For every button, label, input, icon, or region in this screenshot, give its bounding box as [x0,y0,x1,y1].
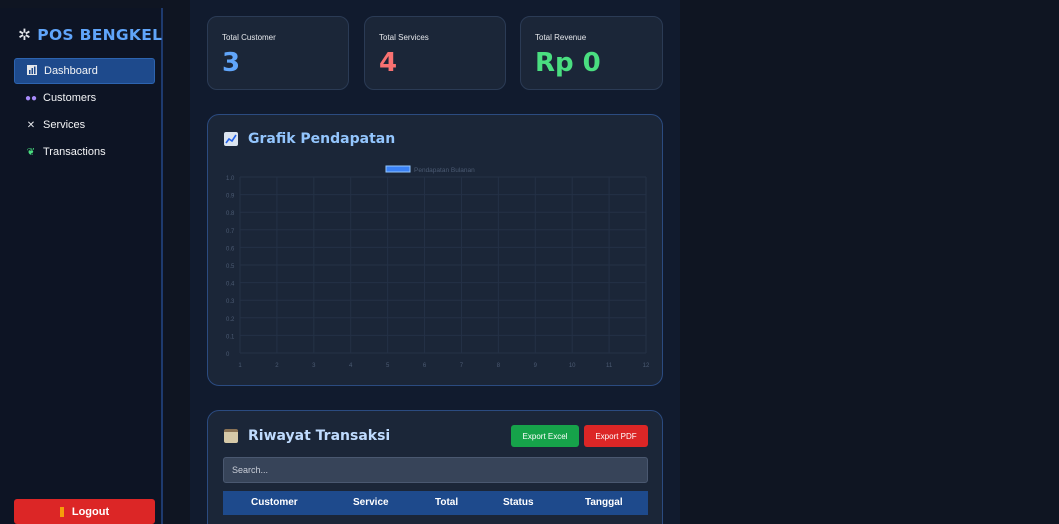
x-tick-label: 2 [275,363,279,369]
logout-label: Logout [71,505,110,518]
y-tick-label: 0.1 [226,334,235,340]
column-header-tanggal[interactable]: Tanggal [585,497,623,508]
revenue-chart: 00.10.20.30.40.50.60.70.80.91.01 2 3 4 5 6 7 8 9… [226,165,650,369]
gear-icon: ✲ [18,26,32,44]
sidebar-nav: Dashboard ●● Customers ✕ Services ❦ Tran… [14,58,155,166]
table-header: Customer Service Total Status Tanggal [223,491,648,515]
sidebar-item-label: Dashboard [44,65,98,77]
chart-title: Grafik Pendapatan [224,131,395,147]
bar-chart-icon [25,64,39,78]
y-tick-label: 0.6 [226,246,235,252]
sidebar: ✲ POS BENGKEL Dashboard ●● Customers ✕ Se… [0,8,163,524]
brand-title: POS BENGKEL [37,26,163,44]
y-tick-label: 0.2 [226,317,235,323]
sidebar-item-transactions[interactable]: ❦ Transactions [14,139,155,165]
brand: ✲ POS BENGKEL [18,26,162,44]
search-input[interactable] [223,457,648,483]
stat-label: Total Services [379,33,429,42]
chart-icon [224,132,238,146]
x-tick-label: 6 [423,363,427,369]
sidebar-item-label: Services [43,119,86,131]
x-tick-label: 10 [569,363,576,369]
transaction-title: Riwayat Transaksi [224,428,390,444]
stat-label: Total Customer [222,33,276,42]
stat-label: Total Revenue [535,33,587,42]
export-pdf-button[interactable]: Export PDF [584,425,648,447]
stat-value: 3 [222,48,241,78]
y-tick-label: 1.0 [226,176,235,182]
legend-swatch [385,165,411,173]
column-header-service[interactable]: Service [353,497,389,508]
y-tick-label: 0.4 [226,282,235,288]
sidebar-item-customers[interactable]: ●● Customers [14,85,155,111]
stat-card-services: Total Services 4 [364,16,506,90]
x-tick-label: 1 [238,363,242,369]
stat-card-revenue: Total Revenue Rp 0 [520,16,663,90]
chart-card: Grafik Pendapatan 0 0.1 0.2 0.3 0.4 0.5 0.6 0.7… [207,114,663,386]
door-icon [59,506,64,517]
x-tick-label: 3 [312,363,316,369]
stat-value: Rp 0 [535,48,601,78]
users-icon: ●● [24,92,38,104]
column-header-customer[interactable]: Customer [251,497,298,508]
y-tick-label: 0.7 [226,229,235,235]
tools-icon: ✕ [26,119,36,131]
money-icon: ❦ [26,146,36,158]
sidebar-item-services[interactable]: ✕ Services [14,112,155,138]
x-tick-label: 5 [386,363,390,369]
transaction-card: Riwayat Transaksi Export Excel Export PD… [207,410,663,524]
stat-value: 4 [379,48,398,78]
column-header-total[interactable]: Total [435,497,458,508]
y-tick-label: 0.8 [226,211,235,217]
x-tick-label: 11 [606,363,613,369]
y-tick-label: 0 [226,352,230,358]
stat-card-customers: Total Customer 3 [207,16,349,90]
clipboard-icon [224,429,238,443]
sidebar-item-label: Transactions [43,146,106,158]
y-tick-label: 0.5 [226,264,235,270]
y-tick-label: 0.9 [226,194,235,200]
x-tick-label: 4 [349,363,353,369]
transaction-title-text: Riwayat Transaksi [248,428,391,444]
x-tick-label: 7 [460,363,464,369]
chart-title-text: Grafik Pendapatan [248,131,396,147]
x-tick-label: 8 [497,363,501,369]
column-header-status[interactable]: Status [503,497,534,508]
sidebar-item-label: Customers [43,92,97,104]
logout-button[interactable]: Logout [14,499,155,524]
x-tick-label: 9 [534,363,538,369]
x-tick-label: 12 [643,363,650,369]
export-excel-button[interactable]: Export Excel [511,425,579,447]
y-tick-label: 0.3 [226,299,235,305]
legend-label: Pendapatan Bulanan [414,167,475,174]
sidebar-item-dashboard[interactable]: Dashboard [14,58,155,84]
